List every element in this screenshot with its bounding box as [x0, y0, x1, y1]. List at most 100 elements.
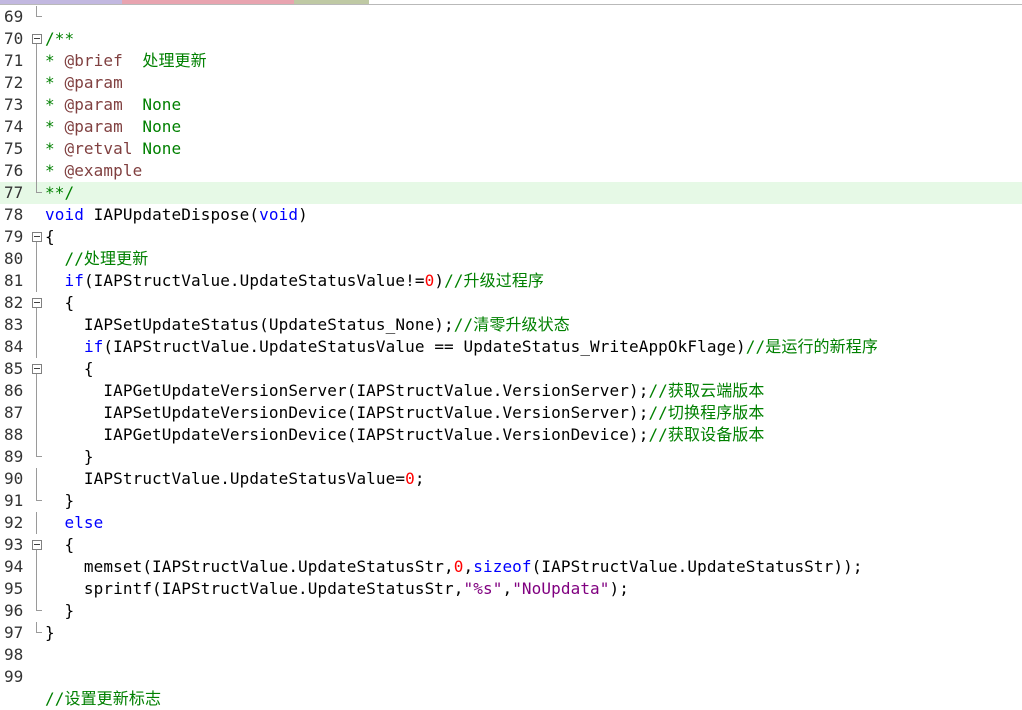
code-token: None	[122, 95, 182, 114]
code-token: sprintf(IAPStructValue.UpdateStatusStr,	[45, 579, 464, 598]
code-token: @param	[64, 95, 123, 114]
code-line[interactable]: 80 //处理更新	[0, 248, 1022, 270]
code-token: None	[132, 139, 182, 158]
fold-margin	[32, 666, 44, 688]
fold-margin	[32, 204, 44, 226]
code-text: }	[45, 622, 55, 644]
code-token: {	[45, 227, 55, 246]
code-token: else	[64, 513, 104, 532]
code-line[interactable]: 78 void IAPUpdateDispose(void)	[0, 204, 1022, 226]
code-line[interactable]: 93 {	[0, 534, 1022, 556]
code-token: 0	[453, 557, 464, 576]
tab-color-segment[interactable]	[294, 0, 369, 4]
code-text: IAPSetUpdateVersionDevice(IAPStructValue…	[45, 402, 765, 424]
line-number: 73	[4, 95, 24, 114]
code-token: //切换程序版本	[648, 403, 765, 422]
code-token: 0	[424, 271, 435, 290]
minus-box-icon[interactable]	[32, 364, 42, 374]
code-line[interactable]: 77 **/	[0, 182, 1022, 204]
code-line[interactable]: 76 * @example	[0, 160, 1022, 182]
code-token: (IAPStructValue.UpdateStatusValue == Upd…	[103, 337, 746, 356]
code-text: {	[45, 292, 74, 314]
code-line[interactable]: 98	[0, 644, 1022, 666]
tab-color-segment[interactable]	[122, 0, 294, 4]
fold-end-icon	[32, 446, 44, 468]
code-line[interactable]: 96 }	[0, 600, 1022, 622]
code-token: 0	[405, 469, 415, 488]
fold-collapse-icon[interactable]	[32, 358, 44, 380]
line-number: 99	[4, 667, 24, 686]
minus-box-icon[interactable]	[32, 298, 42, 308]
fold-line-icon	[32, 424, 44, 446]
minus-box-icon[interactable]	[32, 540, 42, 550]
code-line[interactable]: 88 IAPGetUpdateVersionDevice(IAPStructVa…	[0, 424, 1022, 446]
code-line[interactable]: 74 * @param None	[0, 116, 1022, 138]
minus-box-icon[interactable]	[32, 232, 42, 242]
code-line[interactable]: 99	[0, 666, 1022, 688]
code-token: ,	[463, 557, 474, 576]
code-token: IAPGetUpdateVersionServer(IAPStructValue…	[45, 381, 649, 400]
code-line[interactable]: 89 }	[0, 446, 1022, 468]
code-line[interactable]: 81 if(IAPStructValue.UpdateStatusValue!=…	[0, 270, 1022, 292]
code-text: void IAPUpdateDispose(void)	[45, 204, 308, 226]
code-line[interactable]: 85 {	[0, 358, 1022, 380]
fold-end-icon	[32, 6, 44, 28]
code-line[interactable]: 79 {	[0, 226, 1022, 248]
code-line[interactable]: 95 sprintf(IAPStructValue.UpdateStatusSt…	[0, 578, 1022, 600]
code-line[interactable]: 73 * @param None	[0, 94, 1022, 116]
code-line[interactable]: 71 * @brief 处理更新	[0, 50, 1022, 72]
code-token: )	[298, 205, 308, 224]
minus-box-icon[interactable]	[32, 34, 42, 44]
code-token: IAPUpdateDispose(	[83, 205, 260, 224]
code-token: None	[122, 117, 182, 136]
code-line[interactable]: 97}	[0, 622, 1022, 644]
code-token: );	[609, 579, 629, 598]
fold-end-icon	[32, 600, 44, 622]
code-token: ;	[414, 469, 425, 488]
code-text: IAPSetUpdateStatus(UpdateStatus_None);//…	[45, 314, 570, 336]
fold-collapse-icon[interactable]	[32, 534, 44, 556]
code-line[interactable]: 70 /**	[0, 28, 1022, 50]
code-line[interactable]: //设置更新标志	[0, 688, 1022, 710]
fold-collapse-icon[interactable]	[32, 226, 44, 248]
code-text: * @example	[45, 160, 142, 182]
code-line[interactable]: 84 if(IAPStructValue.UpdateStatusValue =…	[0, 336, 1022, 358]
tab-color-segment[interactable]	[0, 0, 122, 4]
code-token: @param	[64, 117, 123, 136]
code-token: (IAPStructValue.UpdateStatusValue!=	[83, 271, 425, 290]
code-token: (IAPStructValue.UpdateStatusStr));	[531, 557, 863, 576]
code-text: //处理更新	[45, 248, 148, 270]
code-text: * @retval None	[45, 138, 181, 160]
code-token: "%s"	[463, 579, 503, 598]
line-number: 75	[4, 139, 24, 158]
line-number: 70	[4, 29, 24, 48]
code-line[interactable]: 90 IAPStructValue.UpdateStatusValue=0;	[0, 468, 1022, 490]
code-text: //设置更新标志	[45, 688, 161, 710]
line-number: 89	[4, 447, 24, 466]
code-text: /**	[45, 28, 74, 50]
code-line[interactable]: 75 * @retval None	[0, 138, 1022, 160]
code-token: 处理更新	[122, 51, 207, 70]
code-line[interactable]: 72 * @param	[0, 72, 1022, 94]
line-number: 95	[4, 579, 24, 598]
code-line[interactable]: 83 IAPSetUpdateStatus(UpdateStatus_None)…	[0, 314, 1022, 336]
code-text: * @param	[45, 72, 123, 94]
code-text: * @param None	[45, 94, 181, 116]
code-token: *	[45, 139, 65, 158]
code-line[interactable]: 92 else	[0, 512, 1022, 534]
code-line[interactable]: 91 }	[0, 490, 1022, 512]
fold-collapse-icon[interactable]	[32, 292, 44, 314]
code-editor[interactable]: 69 70 /** 71 * @brief 处理更新 72 * @param 73 * @par…	[0, 5, 1022, 708]
fold-collapse-icon[interactable]	[32, 28, 44, 50]
fold-margin	[32, 644, 44, 666]
code-line[interactable]: 82 {	[0, 292, 1022, 314]
code-token: }	[45, 623, 55, 642]
code-text: **/	[45, 182, 74, 204]
code-token: //获取设备版本	[648, 425, 765, 444]
code-line[interactable]: 86 IAPGetUpdateVersionServer(IAPStructVa…	[0, 380, 1022, 402]
code-line[interactable]: 69	[0, 6, 1022, 28]
line-number: 80	[4, 249, 24, 268]
code-line[interactable]: 87 IAPSetUpdateVersionDevice(IAPStructVa…	[0, 402, 1022, 424]
code-line[interactable]: 94 memset(IAPStructValue.UpdateStatusStr…	[0, 556, 1022, 578]
